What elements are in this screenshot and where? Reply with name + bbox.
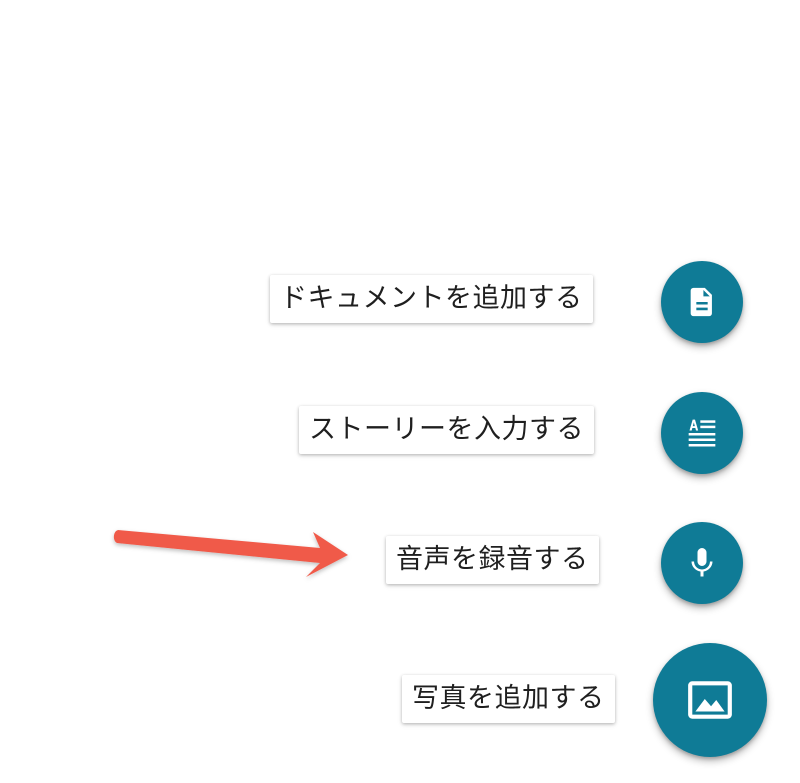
record-audio-button[interactable] (661, 522, 743, 604)
add-photo-button[interactable] (653, 643, 767, 757)
add-photo-label[interactable]: 写真を追加する (402, 675, 615, 723)
enter-story-button[interactable] (661, 392, 743, 474)
enter-story-label[interactable]: ストーリーを入力する (299, 406, 594, 454)
microphone-icon (684, 545, 720, 581)
add-document-button[interactable] (661, 261, 743, 343)
add-document-label[interactable]: ドキュメントを追加する (270, 275, 593, 323)
image-icon (685, 675, 735, 725)
document-icon (685, 285, 719, 319)
text-article-icon (682, 413, 722, 453)
record-audio-label[interactable]: 音声を録音する (386, 536, 599, 584)
